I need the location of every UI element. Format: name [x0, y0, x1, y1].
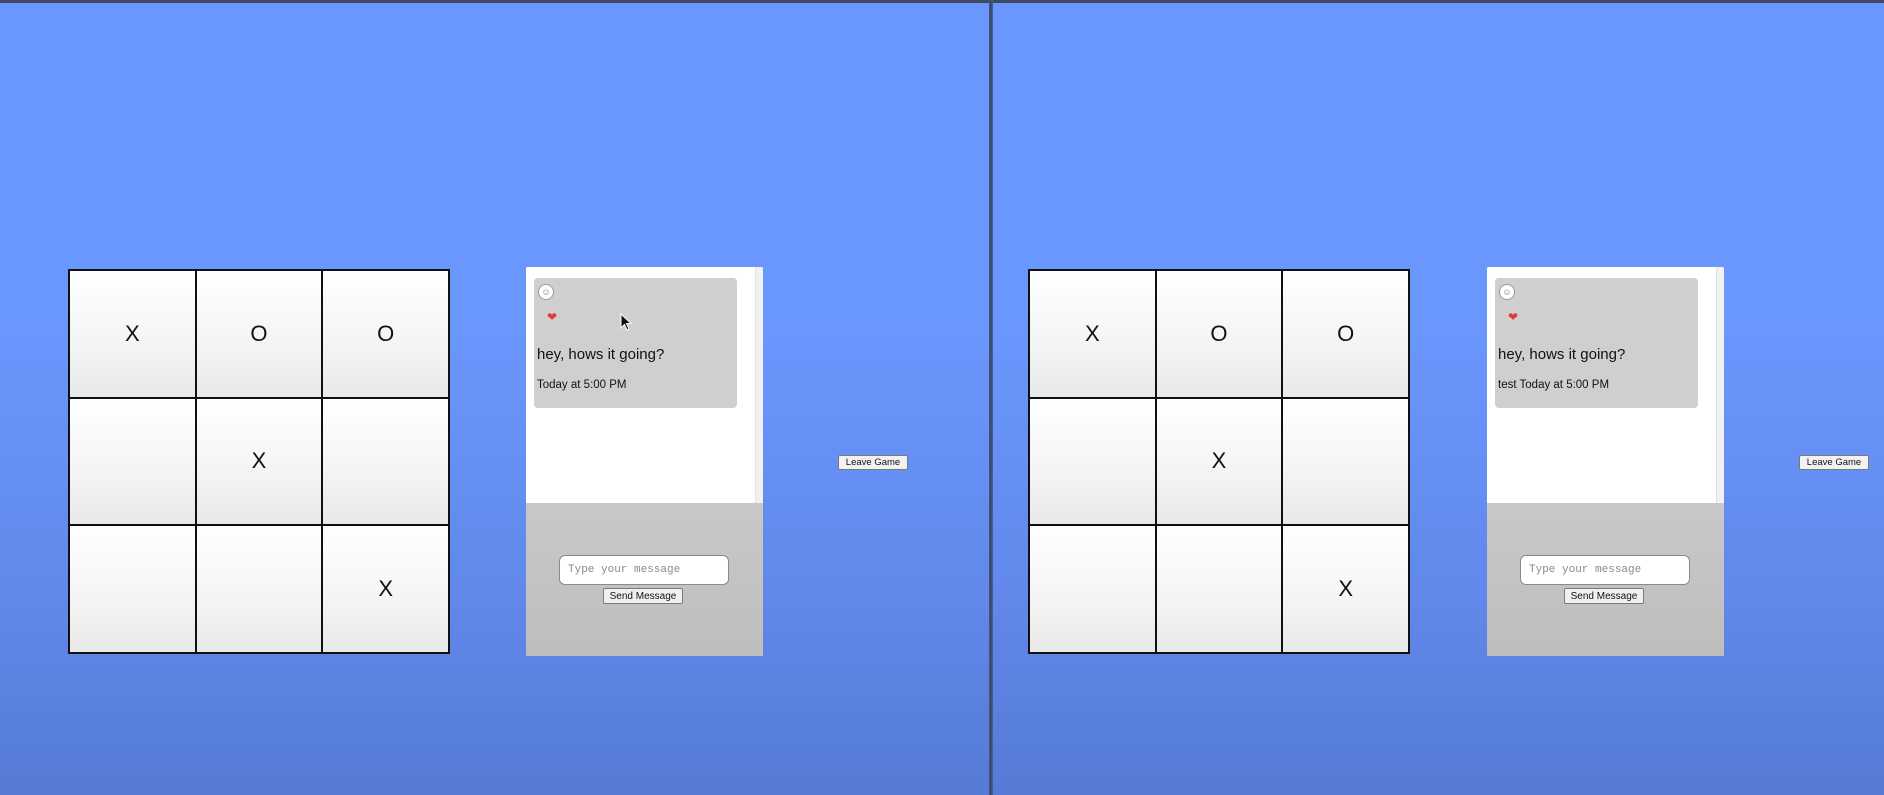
smiley-icon[interactable]: ☺ — [1499, 284, 1515, 300]
board-cell[interactable] — [323, 398, 448, 525]
board-cell[interactable] — [1283, 398, 1408, 525]
message-timestamp: test Today at 5:00 PM — [1498, 379, 1610, 391]
heart-icon: ❤ — [1508, 310, 1519, 324]
board-cell[interactable]: O — [196, 271, 322, 397]
board-cell[interactable] — [1156, 526, 1282, 652]
board-cell[interactable]: X — [1030, 271, 1155, 397]
tic-tac-toe-board: X O O X X — [1028, 269, 1410, 654]
board-cell[interactable]: X — [1156, 398, 1282, 525]
smiley-icon[interactable]: ☺ — [538, 284, 554, 300]
message-composer: Send Message — [526, 503, 763, 656]
board-cell[interactable] — [196, 526, 322, 652]
chat-message-list: ☺ ❤ hey, hows it going? Today at 5:00 PM — [526, 267, 755, 503]
message-timestamp: Today at 5:00 PM — [537, 379, 627, 391]
message-composer: Send Message — [1487, 503, 1724, 656]
leave-game-button[interactable]: Leave Game — [838, 455, 908, 470]
board-cell[interactable] — [1030, 526, 1155, 652]
chat-scrollbar[interactable] — [1716, 267, 1724, 503]
board-cell[interactable] — [70, 526, 195, 652]
message-input[interactable] — [1520, 555, 1690, 585]
chat-panel: ☺ ❤ hey, hows it going? test Today at 5:… — [1487, 267, 1724, 656]
board-cell[interactable]: X — [1283, 526, 1408, 652]
game-pane-right: X O O X X ☺ ❤ hey, hows it going? test T… — [993, 0, 1884, 795]
message-text: hey, hows it going? — [537, 346, 665, 363]
mouse-cursor-icon — [620, 313, 632, 331]
board-cell[interactable]: O — [323, 271, 448, 397]
board-cell[interactable]: O — [1156, 271, 1282, 397]
send-message-button[interactable]: Send Message — [1564, 588, 1644, 604]
game-pane-left: X O O X X ☺ ❤ hey, hows it going? Today … — [0, 0, 989, 795]
chat-message: ☺ ❤ hey, hows it going? test Today at 5:… — [1495, 278, 1698, 408]
message-text: hey, hows it going? — [1498, 346, 1626, 363]
send-message-button[interactable]: Send Message — [603, 588, 683, 604]
heart-icon: ❤ — [547, 310, 558, 324]
leave-game-button[interactable]: Leave Game — [1799, 455, 1869, 470]
board-cell[interactable] — [70, 398, 195, 525]
chat-message: ☺ ❤ hey, hows it going? Today at 5:00 PM — [534, 278, 737, 408]
board-cell[interactable] — [1030, 398, 1155, 525]
board-cell[interactable]: X — [323, 526, 448, 652]
chat-panel: ☺ ❤ hey, hows it going? Today at 5:00 PM… — [526, 267, 763, 656]
tic-tac-toe-board: X O O X X — [68, 269, 450, 654]
board-cell[interactable]: O — [1283, 271, 1408, 397]
message-input[interactable] — [559, 555, 729, 585]
chat-message-list: ☺ ❤ hey, hows it going? test Today at 5:… — [1487, 267, 1716, 503]
board-cell[interactable]: X — [70, 271, 195, 397]
chat-scrollbar[interactable] — [755, 267, 763, 503]
board-cell[interactable]: X — [196, 398, 322, 525]
